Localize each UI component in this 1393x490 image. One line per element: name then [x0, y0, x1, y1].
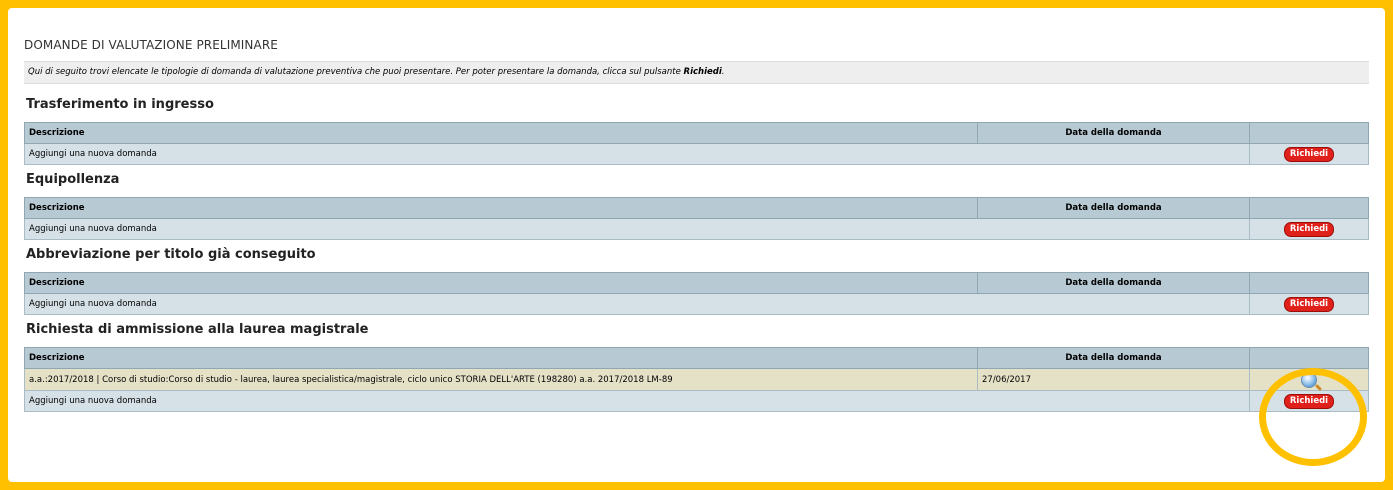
info-banner: Qui di seguito trovi elencate le tipolog…	[24, 61, 1369, 84]
table-row[interactable]: a.a.:2017/2018 | Corso di studio:Corso d…	[24, 368, 1369, 391]
table-header-row: Descrizione Data della domanda	[24, 197, 1369, 219]
section-title-trasferimento: Trasferimento in ingresso	[26, 97, 214, 112]
column-header-action	[1249, 272, 1369, 294]
column-header-descrizione: Descrizione	[24, 272, 978, 294]
column-header-action	[1249, 197, 1369, 219]
table-laurea-magistrale: Descrizione Data della domanda a.a.:2017…	[24, 347, 1369, 412]
table-header-row: Descrizione Data della domanda	[24, 347, 1369, 369]
section-title-laurea-magistrale: Richiesta di ammissione alla laurea magi…	[26, 322, 369, 337]
table-trasferimento: Descrizione Data della domanda Aggiungi …	[24, 122, 1369, 165]
record-descrizione: a.a.:2017/2018 | Corso di studio:Corso d…	[24, 368, 978, 391]
column-header-data: Data della domanda	[977, 272, 1250, 294]
main-panel: DOMANDE DI VALUTAZIONE PRELIMINARE Qui d…	[8, 8, 1385, 482]
column-header-action	[1249, 347, 1369, 369]
richiedi-button[interactable]: Richiedi	[1283, 393, 1335, 409]
column-header-data: Data della domanda	[977, 347, 1250, 369]
richiedi-button[interactable]: Richiedi	[1283, 296, 1335, 312]
magnifier-icon[interactable]	[1301, 371, 1317, 388]
table-header-row: Descrizione Data della domanda	[24, 122, 1369, 144]
richiedi-button[interactable]: Richiedi	[1283, 221, 1335, 237]
section-title-equipollenza: Equipollenza	[26, 172, 120, 187]
record-data: 27/06/2017	[977, 368, 1250, 391]
add-new-label: Aggiungi una nuova domanda	[24, 293, 1250, 315]
richiedi-button[interactable]: Richiedi	[1283, 146, 1335, 162]
info-text-bold: Richiedi	[683, 67, 722, 77]
add-new-label: Aggiungi una nuova domanda	[24, 218, 1250, 240]
table-row: Aggiungi una nuova domanda Richiedi	[24, 293, 1369, 315]
action-cell: Richiedi	[1249, 143, 1369, 165]
info-text: Qui di seguito trovi elencate le tipolog…	[28, 67, 684, 77]
table-row: Aggiungi una nuova domanda Richiedi	[24, 143, 1369, 165]
action-cell: Richiedi	[1249, 390, 1369, 412]
column-header-descrizione: Descrizione	[24, 197, 978, 219]
column-header-descrizione: Descrizione	[24, 122, 978, 144]
section-title-abbreviazione: Abbreviazione per titolo già conseguito	[26, 247, 316, 262]
action-cell	[1249, 368, 1369, 391]
table-abbreviazione: Descrizione Data della domanda Aggiungi …	[24, 272, 1369, 315]
table-equipollenza: Descrizione Data della domanda Aggiungi …	[24, 197, 1369, 240]
page-title: DOMANDE DI VALUTAZIONE PRELIMINARE	[24, 38, 278, 52]
column-header-data: Data della domanda	[977, 197, 1250, 219]
column-header-descrizione: Descrizione	[24, 347, 978, 369]
column-header-action	[1249, 122, 1369, 144]
table-header-row: Descrizione Data della domanda	[24, 272, 1369, 294]
action-cell: Richiedi	[1249, 218, 1369, 240]
action-cell: Richiedi	[1249, 293, 1369, 315]
table-row: Aggiungi una nuova domanda Richiedi	[24, 218, 1369, 240]
table-row: Aggiungi una nuova domanda Richiedi	[24, 390, 1369, 412]
add-new-label: Aggiungi una nuova domanda	[24, 143, 1250, 165]
column-header-data: Data della domanda	[977, 122, 1250, 144]
info-text-suffix: .	[721, 67, 725, 77]
add-new-label: Aggiungi una nuova domanda	[24, 390, 1250, 412]
